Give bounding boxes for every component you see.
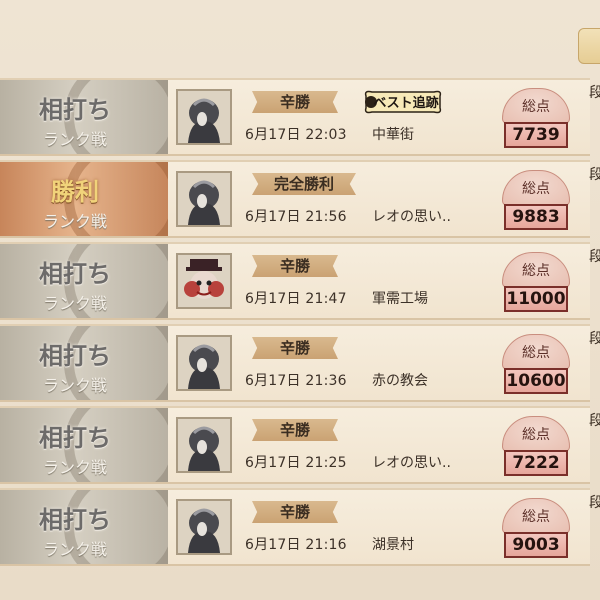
match-date: 6月17日 21:16	[245, 537, 347, 553]
mood-label: 完全勝利	[273, 175, 334, 193]
mood-label: 辛勝	[279, 503, 310, 521]
score-value: 7222	[512, 453, 560, 473]
total-score-badge: 総点 9003	[500, 498, 572, 560]
match-row[interactable]: 相打ち ランク戦 辛勝 6月17日 21:47 軍需工場 総点 11000 段	[0, 242, 600, 320]
score-label: 総点	[522, 345, 550, 361]
result-label: 相打ち	[39, 96, 111, 124]
result-badge: 相打ち ランク戦	[0, 326, 168, 400]
match-date: 6月17日 21:36	[245, 373, 347, 389]
mode-label: ランク戦	[42, 540, 107, 559]
map-name: レオの思い..	[372, 209, 451, 225]
score-value: 9883	[512, 207, 560, 227]
result-badge: 相打ち ランク戦	[0, 244, 168, 318]
total-score-badge: 総点 7222	[500, 416, 572, 478]
score-label: 総点	[522, 99, 550, 115]
result-label: 相打ち	[39, 342, 111, 370]
match-date: 6月17日 21:47	[245, 291, 347, 307]
match-date: 6月17日 21:56	[245, 209, 347, 225]
hooded-hunter-icon	[176, 171, 232, 227]
hooded-hunter-icon	[176, 499, 232, 555]
score-label: 総点	[522, 509, 550, 525]
map-name: レオの思い..	[372, 455, 451, 471]
total-score-badge: 総点 11000	[500, 252, 572, 314]
map-name: 軍需工場	[372, 291, 428, 307]
result-label: 勝利	[51, 178, 99, 206]
match-row[interactable]: 相打ち ランク戦 辛勝 6月17日 21:16 湖景村 総点 9003 段	[0, 488, 600, 566]
map-name: 中華街	[372, 127, 414, 143]
rank-label: 段	[589, 85, 600, 101]
score-value: 11000	[506, 289, 566, 309]
mode-label: ランク戦	[42, 294, 107, 313]
total-score-badge: 総点 7739	[500, 88, 572, 150]
mode-label: ランク戦	[42, 458, 107, 477]
hooded-hunter-icon	[176, 89, 232, 145]
mode-label: ランク戦	[42, 212, 107, 231]
map-name: 赤の教会	[372, 373, 428, 389]
rank-label: 段	[589, 331, 600, 347]
rank-label: 段	[589, 413, 600, 429]
rank-label: 段	[589, 249, 600, 265]
rank-label: 段	[589, 167, 600, 183]
result-label: 相打ち	[39, 424, 111, 452]
hooded-hunter-icon	[176, 417, 232, 473]
result-badge: 相打ち ランク戦	[0, 490, 168, 564]
result-badge: 相打ち ランク戦	[0, 80, 168, 154]
rank-label: 段	[589, 495, 600, 511]
award-label: ベスト追跡	[373, 95, 438, 111]
score-value: 7739	[512, 125, 560, 145]
mood-label: 辛勝	[279, 93, 310, 111]
score-value: 10600	[506, 371, 566, 391]
total-score-badge: 総点 10600	[500, 334, 572, 396]
score-label: 総点	[522, 427, 550, 443]
mood-label: 辛勝	[279, 339, 310, 357]
score-label: 総点	[522, 263, 550, 279]
match-row[interactable]: 相打ち ランク戦 辛勝 6月17日 21:36 赤の教会 総点 10600 段	[0, 324, 600, 402]
result-label: 相打ち	[39, 506, 111, 534]
map-name: 湖景村	[372, 537, 414, 553]
result-badge: 勝利 ランク戦	[0, 162, 168, 236]
top-right-tab-button[interactable]	[578, 28, 600, 64]
result-badge: 相打ち ランク戦	[0, 408, 168, 482]
score-value: 9003	[512, 535, 560, 555]
match-row[interactable]: 相打ち ランク戦 辛勝 ベスト追跡 6月17日 22:03 中華街 総点 773…	[0, 78, 600, 156]
match-row[interactable]: 勝利 ランク戦 完全勝利 6月17日 21:56 レオの思い.. 総点 9883…	[0, 160, 600, 238]
mode-label: ランク戦	[42, 376, 107, 395]
score-label: 総点	[522, 181, 550, 197]
mood-label: 辛勝	[279, 257, 310, 275]
result-label: 相打ち	[39, 260, 111, 288]
match-date: 6月17日 21:25	[245, 455, 347, 471]
total-score-badge: 総点 9883	[500, 170, 572, 232]
mode-label: ランク戦	[42, 130, 107, 149]
award-badge: ベスト追跡	[362, 88, 444, 116]
match-row[interactable]: 相打ち ランク戦 辛勝 6月17日 21:25 レオの思い.. 総点 7222 …	[0, 406, 600, 484]
hooded-hunter-icon	[176, 335, 232, 391]
match-date: 6月17日 22:03	[245, 127, 347, 143]
mood-label: 辛勝	[279, 421, 310, 439]
clown-hunter-icon	[176, 253, 232, 309]
